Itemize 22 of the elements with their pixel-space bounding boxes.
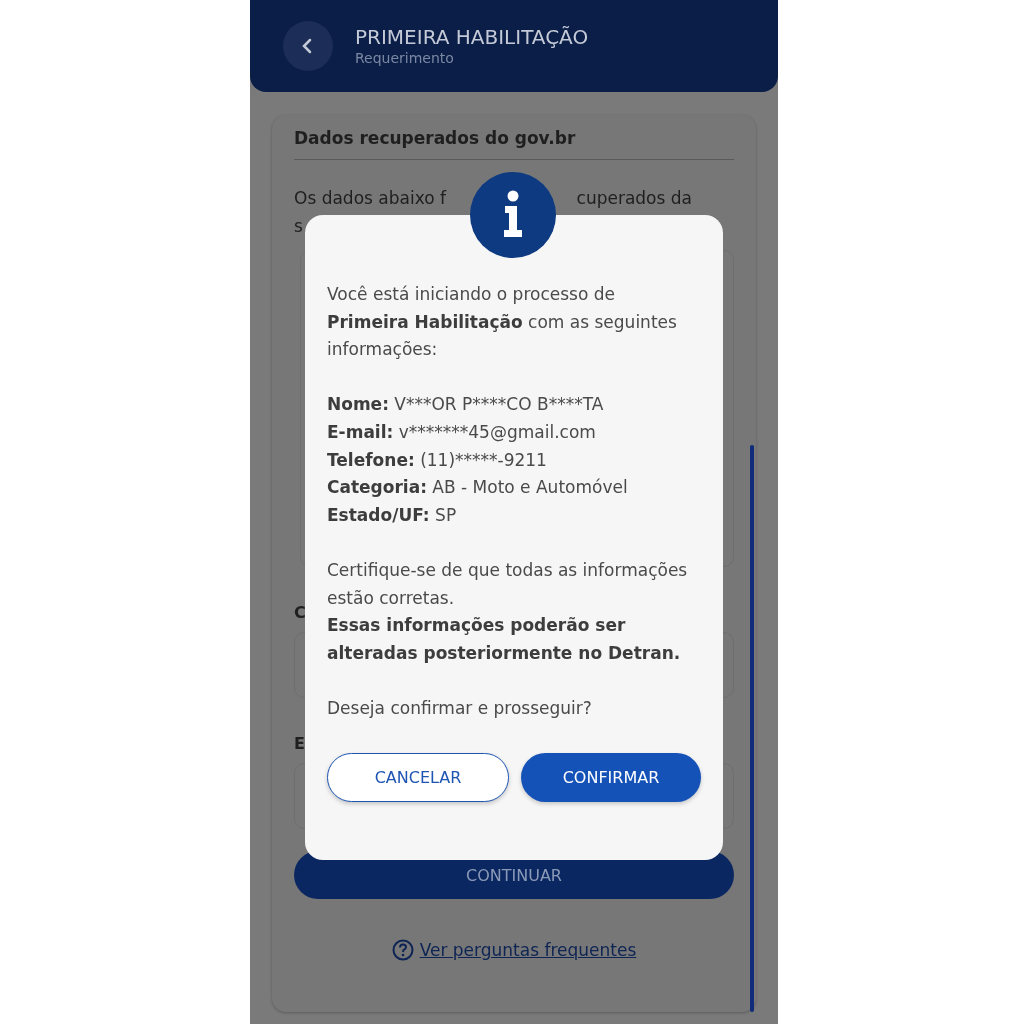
intro-text: Os dados abaixo f [294, 187, 446, 210]
dialog-warning: Essas informações poderão ser alteradas posteriormente no Detran. [327, 614, 682, 665]
card-title: Dados recuperados do gov.br [294, 127, 577, 149]
intro-text: cuperados da [576, 187, 692, 210]
scrollbar[interactable] [750, 445, 754, 1012]
back-button[interactable] [283, 21, 333, 71]
cancel-button[interactable]: CANCELAR [327, 752, 509, 802]
info-line: E-mail: v*******45@gmail.com [327, 420, 597, 444]
intro-text: s [294, 216, 303, 236]
confirm-button[interactable]: CONFIRMAR [521, 752, 701, 802]
info-line: Estado/UF: SP [327, 503, 458, 527]
page-subtitle: Requerimento [355, 49, 455, 67]
field-label: E [294, 734, 305, 753]
info-line: Nome: V***OR P****CO B****TA [327, 393, 605, 417]
page-title: PRIMEIRA HABILITAÇÃO [355, 25, 589, 49]
dialog-intro: Você está iniciando o processo de Primeira Habilitação com as seguintes informações: [327, 283, 678, 362]
dialog-question: Deseja confirmar e prosseguir? [327, 696, 593, 720]
dialog-note: Certifique-se de que todas as informações estão corretas. [327, 558, 689, 610]
info-line: Categoria: AB - Moto e Automóvel [327, 476, 629, 500]
info-line: Telefone: (11)*****-9211 [327, 448, 548, 472]
help-icon [391, 939, 414, 961]
field-label: C [294, 603, 306, 622]
